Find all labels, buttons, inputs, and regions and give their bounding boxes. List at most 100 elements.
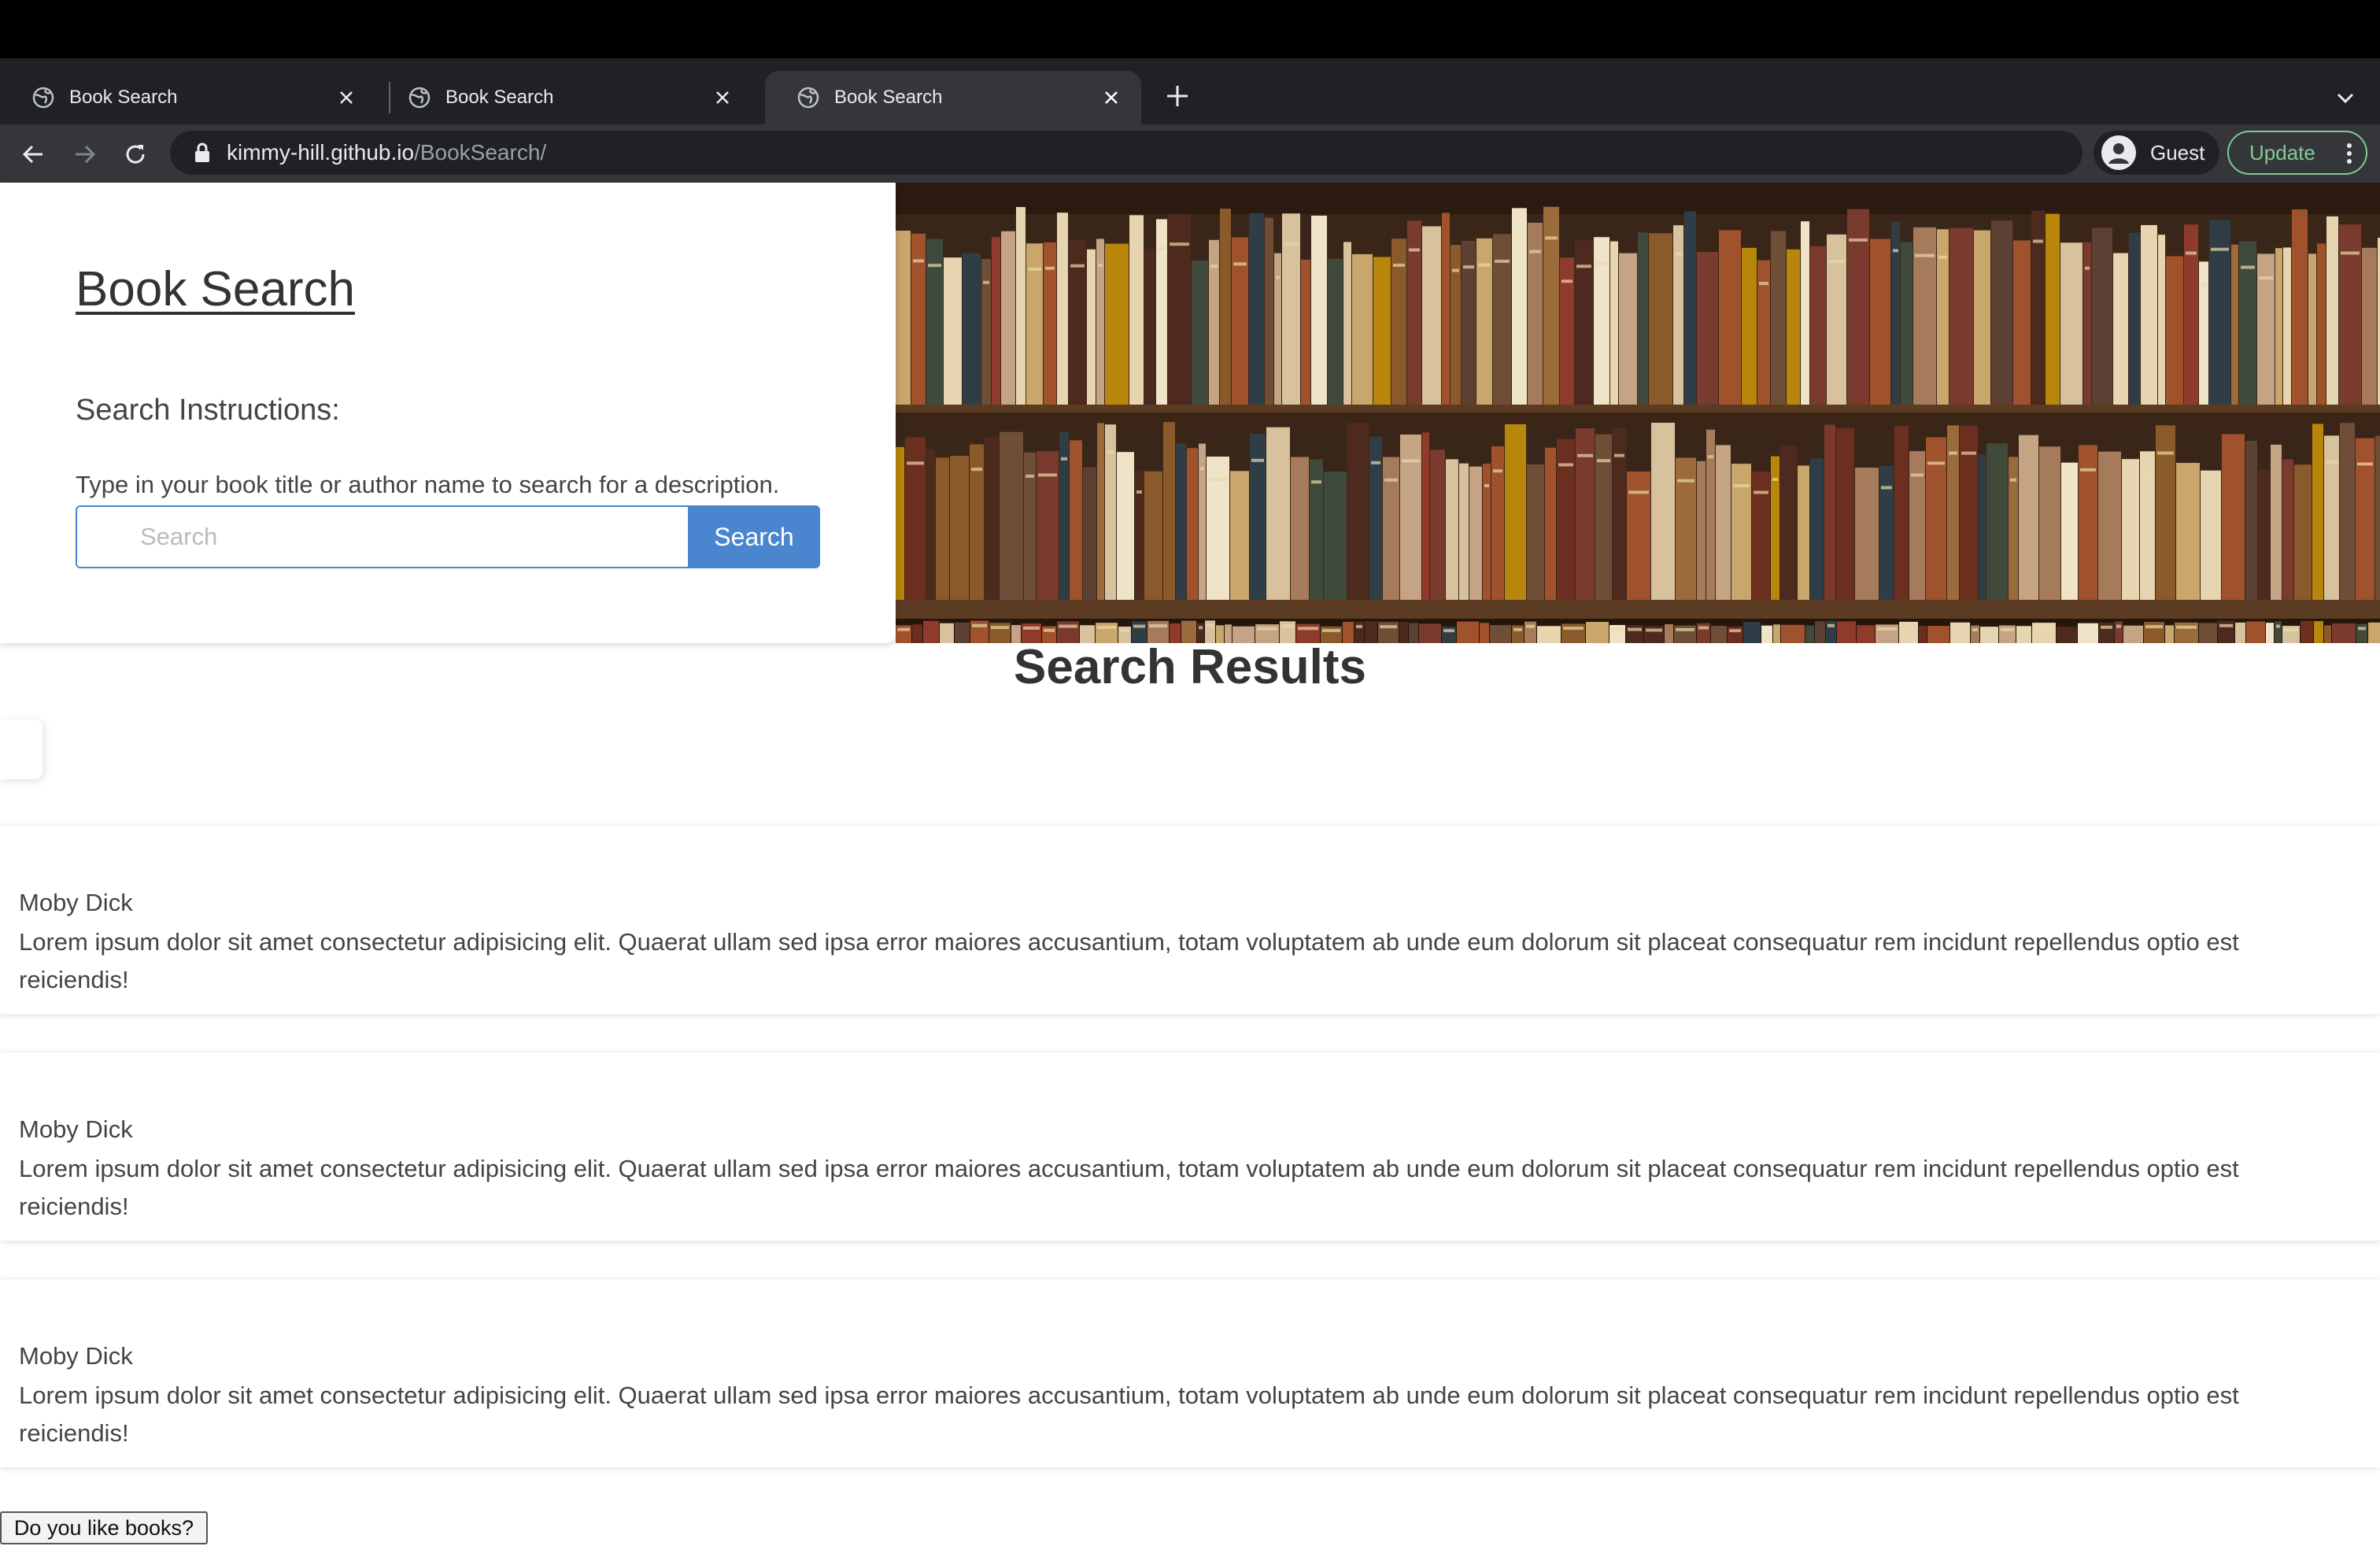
book-spine (1855, 468, 1879, 600)
browser-tab-1[interactable]: Book Search (0, 71, 376, 124)
result-description: Lorem ipsum dolor sit amet consectetur a… (19, 1155, 2239, 1220)
back-arrow-icon[interactable] (17, 139, 49, 170)
browser-tab-2[interactable]: Book Search (376, 71, 752, 124)
spine-band (2259, 276, 2273, 280)
spine-band (1045, 266, 1055, 270)
book-spine (1422, 226, 1441, 405)
book-spine (2166, 256, 2183, 405)
book-spine (1001, 231, 1015, 405)
forward-arrow-icon[interactable] (69, 139, 101, 170)
spine-band (1759, 282, 1768, 286)
book-spine (1469, 466, 1482, 600)
spine-band (1478, 263, 1491, 267)
spine-band (1597, 459, 1610, 463)
tab-title: Book Search (69, 87, 178, 108)
search-button[interactable]: Search (688, 505, 820, 568)
update-button[interactable]: Update (2227, 131, 2367, 175)
book-spine (1610, 241, 1618, 405)
spine-band (1059, 624, 1077, 628)
book-spine (1901, 242, 1913, 405)
spine-band (2085, 266, 2090, 270)
spine-band (1356, 624, 1362, 628)
window-top-bar (0, 0, 2380, 58)
spine-band (1733, 484, 1750, 488)
spine-band (2176, 625, 2197, 629)
book-spine (2257, 253, 2275, 405)
spine-band (1384, 478, 1398, 482)
close-icon[interactable] (335, 87, 357, 109)
tab-search-chevron-icon[interactable] (2333, 85, 2358, 110)
book-spine (1301, 259, 1310, 405)
book-spine (1442, 213, 1450, 405)
spine-band (1409, 248, 1420, 252)
tab-title: Book Search (445, 87, 554, 108)
book-spine (1430, 449, 1445, 600)
spine-band (1938, 255, 1947, 259)
book-spine (1505, 423, 1526, 600)
book-spine (1232, 237, 1248, 405)
book-spine (1697, 251, 1718, 405)
close-icon[interactable] (1100, 87, 1122, 109)
book-spine (1836, 427, 1854, 600)
reload-icon[interactable] (120, 139, 151, 170)
url-path: /BookSearch/ (414, 140, 547, 165)
book-spine (1249, 213, 1264, 405)
spine-band (1371, 460, 1380, 464)
browser-tab-3-active[interactable]: Book Search (765, 71, 1141, 124)
spine-band (1133, 624, 1145, 628)
like-books-button[interactable]: Do you like books? (0, 1511, 208, 1544)
book-spine (1144, 471, 1162, 600)
spine-band (2201, 283, 2207, 287)
book-spine (1527, 464, 1544, 600)
book-spine (1156, 219, 1167, 405)
book-spine (2122, 459, 2139, 600)
book-spine (1459, 463, 1469, 600)
close-icon[interactable] (711, 87, 734, 109)
book-spine (1719, 230, 1741, 405)
globe-icon (31, 86, 55, 109)
book-spine (1742, 247, 1757, 405)
spine-band (1611, 627, 1624, 631)
spine-band (1646, 628, 1662, 632)
spine-band (1207, 623, 1214, 627)
book-spine (1070, 440, 1082, 600)
spine-band (2145, 625, 2163, 629)
book-spine (2092, 227, 2112, 405)
book-spine (1801, 221, 1809, 405)
address-bar[interactable]: kimmy-hill.github.io/BookSearch/ (170, 131, 2082, 175)
book-spine (1991, 220, 2012, 405)
spine-band (1322, 629, 1340, 633)
spine-band (1772, 477, 1778, 481)
book-spine (2113, 253, 2128, 405)
spine-band (1529, 250, 1541, 253)
spine-band (2219, 623, 2233, 627)
new-tab-plus-icon[interactable] (1163, 82, 1192, 110)
spine-band (1098, 264, 1103, 268)
avatar-icon (2101, 135, 2136, 170)
spine-band (1200, 467, 1204, 471)
bookshelf-illustration (896, 183, 2380, 643)
spine-band (1561, 279, 1572, 283)
profile-button[interactable]: Guest (2094, 131, 2219, 175)
spine-band (928, 264, 941, 268)
spine-band (1754, 490, 1768, 494)
spine-band (913, 259, 924, 263)
book-spine (1824, 424, 1835, 600)
book-spine (1894, 426, 1909, 600)
spine-band (1284, 242, 1299, 246)
results-heading: Search Results (1014, 640, 1366, 694)
browser-toolbar: kimmy-hill.github.io/BookSearch/ Guest U… (0, 124, 2380, 183)
globe-icon (408, 86, 431, 109)
book-spine (2129, 232, 2140, 405)
spine-band (1828, 623, 1835, 627)
update-label: Update (2249, 140, 2315, 165)
collapsed-panel-tab[interactable] (0, 719, 42, 779)
page-title-link[interactable]: Book Search (76, 261, 355, 317)
more-vert-icon[interactable] (2347, 143, 2352, 164)
spine-band (1628, 627, 1642, 631)
book-spine (963, 253, 981, 405)
search-input[interactable] (76, 505, 689, 568)
spine-band (1199, 626, 1203, 630)
spine-band (1539, 628, 1559, 632)
spine-band (1676, 627, 1694, 631)
